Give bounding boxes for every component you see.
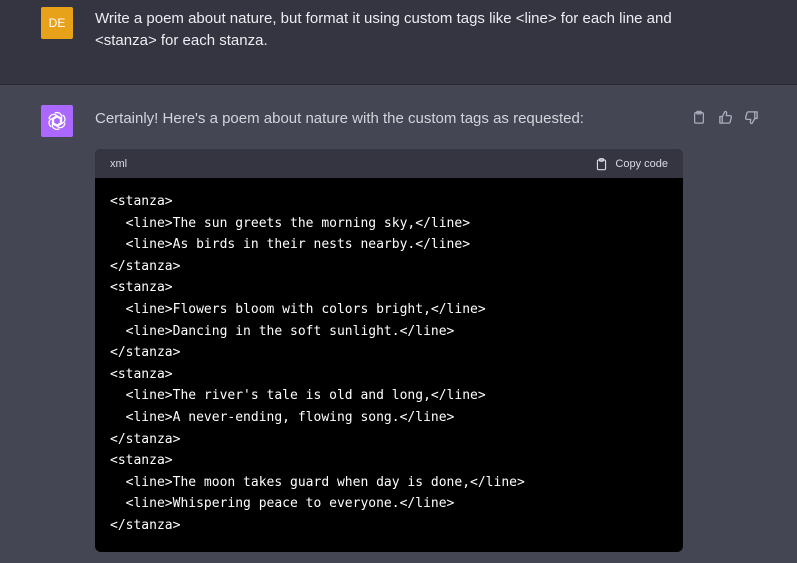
code-line: <stanza> [110,453,173,469]
code-line: </stanza> [110,258,181,274]
code-line: <line>A never-ending, flowing song.</lin… [110,409,455,425]
code-line: <line>Dancing in the soft sunlight.</lin… [110,323,455,339]
code-line: <stanza> [110,194,173,209]
code-content: <stanza> <line>The sun greets the mornin… [95,178,683,537]
assistant-avatar [41,105,73,137]
code-block-header: xml Copy code [95,149,683,178]
openai-logo-icon [48,111,66,131]
code-line: </stanza> [110,431,181,447]
copy-code-button[interactable]: Copy code [595,157,668,171]
code-line: <stanza> [110,366,173,382]
code-block: xml Copy code <stanza> <line>The sun gre… [95,149,683,552]
copy-code-label: Copy code [615,157,668,170]
thumbs-up-icon[interactable] [716,108,734,126]
code-line: <line>As birds in their nests nearby.</l… [110,237,471,253]
code-line: <line>Whispering peace to everyone.</lin… [110,496,455,512]
user-message-row: DE Write a poem about nature, but format… [0,0,797,85]
clipboard-icon [597,157,607,170]
message-feedback-bar [690,107,762,127]
user-avatar: DE [41,7,73,39]
code-line: </stanza> [110,517,181,533]
code-line: <line>The sun greets the morning sky,</l… [110,215,471,231]
assistant-intro-text: Certainly! Here's a poem about nature wi… [95,110,584,127]
code-line: </stanza> [110,345,181,361]
code-line: <line>The moon takes guard when day is d… [110,474,525,490]
thumbs-down-icon[interactable] [742,108,760,126]
user-message-text: Write a poem about nature, but format it… [95,10,672,49]
code-line: <line>Flowers bloom with colors bright,<… [110,301,486,317]
clipboard-icon[interactable] [690,108,708,126]
code-line: <line>The river's tale is old and long,<… [110,388,486,404]
code-line: <stanza> [110,280,173,296]
code-language-label: xml [110,157,128,170]
